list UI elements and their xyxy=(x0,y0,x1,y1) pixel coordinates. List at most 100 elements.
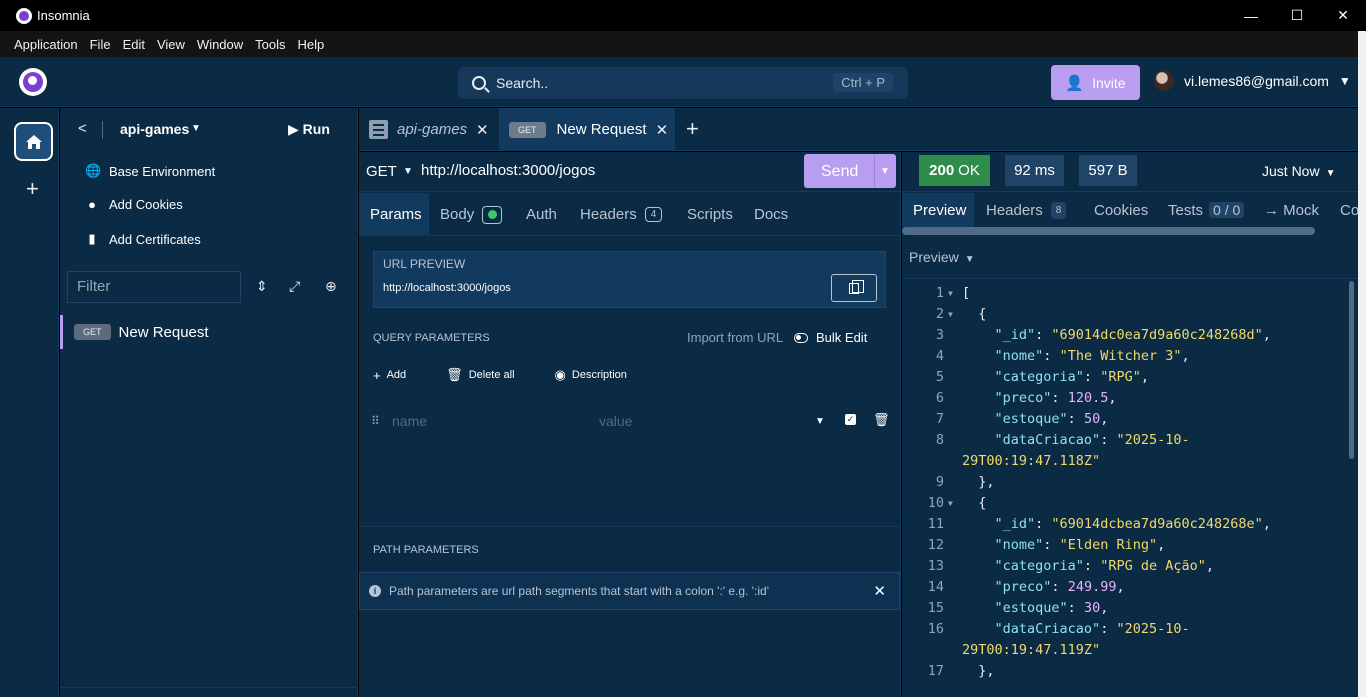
certificate-icon: ▮ xyxy=(88,231,96,246)
response-time-badge: 92 ms xyxy=(1005,155,1064,186)
fold-chevron-icon[interactable]: ▼ xyxy=(948,493,953,514)
invite-button[interactable]: 👤 Invite xyxy=(1051,65,1140,100)
add-project-icon[interactable]: + xyxy=(26,176,39,202)
close-icon[interactable]: ✕ xyxy=(476,121,489,139)
line-number: 3 xyxy=(935,327,944,343)
code-line: 1 ▼ [ xyxy=(902,283,1358,304)
minimize-button[interactable]: — xyxy=(1228,0,1274,31)
delete-all-label: Delete all xyxy=(468,369,515,381)
method-badge: GET xyxy=(74,324,111,340)
line-number: 8 xyxy=(935,432,944,448)
run-button[interactable]: ▶ Run xyxy=(288,121,330,138)
bulk-edit-toggle[interactable]: Bulk Edit xyxy=(794,330,867,345)
project-chevron-down-icon[interactable]: ▼ xyxy=(191,123,201,134)
preview-mode-label: Preview xyxy=(909,249,959,265)
code-text: "nome": "The Witcher 3", xyxy=(994,348,1190,364)
line-number: 4 xyxy=(935,348,944,364)
code-text: "_id": "69014dcbea7d9a60c248268e", xyxy=(994,516,1271,532)
method-badge: GET xyxy=(509,121,546,138)
tab-mock[interactable]: → Mock xyxy=(1264,193,1319,227)
copy-button[interactable] xyxy=(831,274,877,302)
code-text: "dataCriacao": "2025-10- xyxy=(994,621,1190,637)
code-text: "nome": "Elden Ring", xyxy=(994,537,1166,553)
preview-mode-dropdown[interactable]: Preview ▼ xyxy=(909,249,975,265)
add-certificates-item[interactable]: ▮ Add Certificates xyxy=(85,231,200,247)
line-number: 6 xyxy=(935,390,944,406)
code-text: "categoria": "RPG", xyxy=(994,369,1149,385)
tab-headers[interactable]: Headers 4 xyxy=(580,193,663,236)
code-line: 12 "nome": "Elden Ring", xyxy=(902,535,1358,556)
search-shortcut: Ctrl + P xyxy=(833,73,893,92)
add-cookies-item[interactable]: ● Add Cookies xyxy=(85,197,183,212)
param-value-input[interactable]: value xyxy=(599,413,632,429)
param-chevron-down-icon[interactable]: ▼ xyxy=(815,416,825,427)
send-button[interactable]: Send ▼ xyxy=(804,154,896,188)
toggle-icon xyxy=(794,332,808,343)
close-window-button[interactable]: ✕ xyxy=(1320,0,1366,31)
request-tabs: Params Body Auth Headers 4 Scripts Docs xyxy=(359,193,901,236)
insomnia-brand-icon[interactable] xyxy=(19,68,47,96)
expand-icon[interactable]: ⤢ xyxy=(289,278,300,295)
description-toggle[interactable]: ◉ Description xyxy=(555,367,647,383)
tab-response-headers[interactable]: Headers 8 xyxy=(986,193,1067,227)
fold-chevron-icon[interactable]: ▼ xyxy=(948,304,953,325)
fold-chevron-icon[interactable]: ▼ xyxy=(948,283,953,304)
param-name-input[interactable]: name xyxy=(392,413,427,429)
code-text: { xyxy=(962,306,987,322)
line-number: 15 xyxy=(927,600,944,616)
menu-help[interactable]: Help xyxy=(292,37,331,52)
add-circle-icon[interactable]: ⊕ xyxy=(325,278,337,295)
close-icon[interactable]: ✕ xyxy=(656,121,669,139)
tab-tests[interactable]: Tests 0 / 0 xyxy=(1168,193,1245,227)
tab-request[interactable]: GET New Request ✕ xyxy=(499,108,675,151)
sidebar-request-item[interactable]: GET New Request xyxy=(60,315,358,349)
response-size-badge: 597 B xyxy=(1079,155,1137,186)
base-environment-item[interactable]: 🌐 Base Environment xyxy=(85,163,215,179)
import-from-url-button[interactable]: Import from URL xyxy=(687,330,783,345)
code-line: 16 "dataCriacao": "2025-10- xyxy=(902,619,1358,640)
param-trash-icon[interactable]: 🗑 xyxy=(873,412,890,428)
app-header: Search.. Ctrl + P 👤 Invite vi.lemes86@gm… xyxy=(0,57,1358,107)
tab-collection[interactable]: api-games ✕ xyxy=(359,108,497,151)
add-tab-icon[interactable]: + xyxy=(686,116,699,142)
tab-scripts[interactable]: Scripts xyxy=(687,193,733,236)
tab-body[interactable]: Body xyxy=(440,193,503,236)
close-icon[interactable]: ✕ xyxy=(873,582,886,600)
delete-all-button[interactable]: 🗑 Delete all xyxy=(446,367,534,383)
tab-params[interactable]: Params xyxy=(359,193,429,236)
horizontal-scrollbar[interactable] xyxy=(902,227,1315,235)
code-line: 4 "nome": "The Witcher 3", xyxy=(902,346,1358,367)
project-name[interactable]: api-games xyxy=(120,121,189,137)
user-menu[interactable]: vi.lemes86@gmail.com ▼ xyxy=(1154,71,1351,91)
search-box[interactable]: Search.. Ctrl + P xyxy=(458,67,908,99)
url-input[interactable]: http://localhost:3000/jogos xyxy=(421,162,595,179)
sort-icon[interactable]: ⇕ xyxy=(256,278,268,295)
home-button[interactable] xyxy=(14,122,53,161)
tab-docs[interactable]: Docs xyxy=(754,193,788,236)
tab-auth[interactable]: Auth xyxy=(526,193,557,236)
drag-handle-icon[interactable]: ⠿ xyxy=(371,414,380,428)
menu-view[interactable]: View xyxy=(151,37,191,52)
add-param-button[interactable]: + Add xyxy=(373,368,426,383)
tab-cookies[interactable]: Cookies xyxy=(1094,193,1148,227)
back-chevron-icon[interactable]: < xyxy=(78,120,87,137)
line-number: 11 xyxy=(927,516,944,532)
method-chevron-down-icon[interactable]: ▼ xyxy=(403,166,413,177)
menu-tools[interactable]: Tools xyxy=(249,37,291,52)
run-label: Run xyxy=(302,121,330,137)
menu-application[interactable]: Application xyxy=(8,37,84,52)
chevron-down-icon: ▼ xyxy=(1338,74,1351,88)
menu-file[interactable]: File xyxy=(84,37,117,52)
param-enabled-checkbox[interactable]: ✓ xyxy=(845,414,856,425)
menu-window[interactable]: Window xyxy=(191,37,249,52)
response-body-viewer[interactable]: 1 ▼[2 ▼ {3 "_id": "69014dc0ea7d9a60c248268… xyxy=(902,278,1358,697)
tab-console[interactable]: Co xyxy=(1340,193,1359,227)
filter-input[interactable]: Filter xyxy=(67,271,241,303)
maximize-button[interactable]: ☐ xyxy=(1274,0,1320,31)
history-dropdown[interactable]: Just Now ▼ xyxy=(1262,163,1335,179)
menu-edit[interactable]: Edit xyxy=(117,37,151,52)
send-options-chevron-icon[interactable]: ▼ xyxy=(880,166,890,177)
tab-label: Preview xyxy=(913,201,967,219)
method-select[interactable]: GET xyxy=(366,163,397,180)
tab-preview[interactable]: Preview xyxy=(902,193,974,227)
